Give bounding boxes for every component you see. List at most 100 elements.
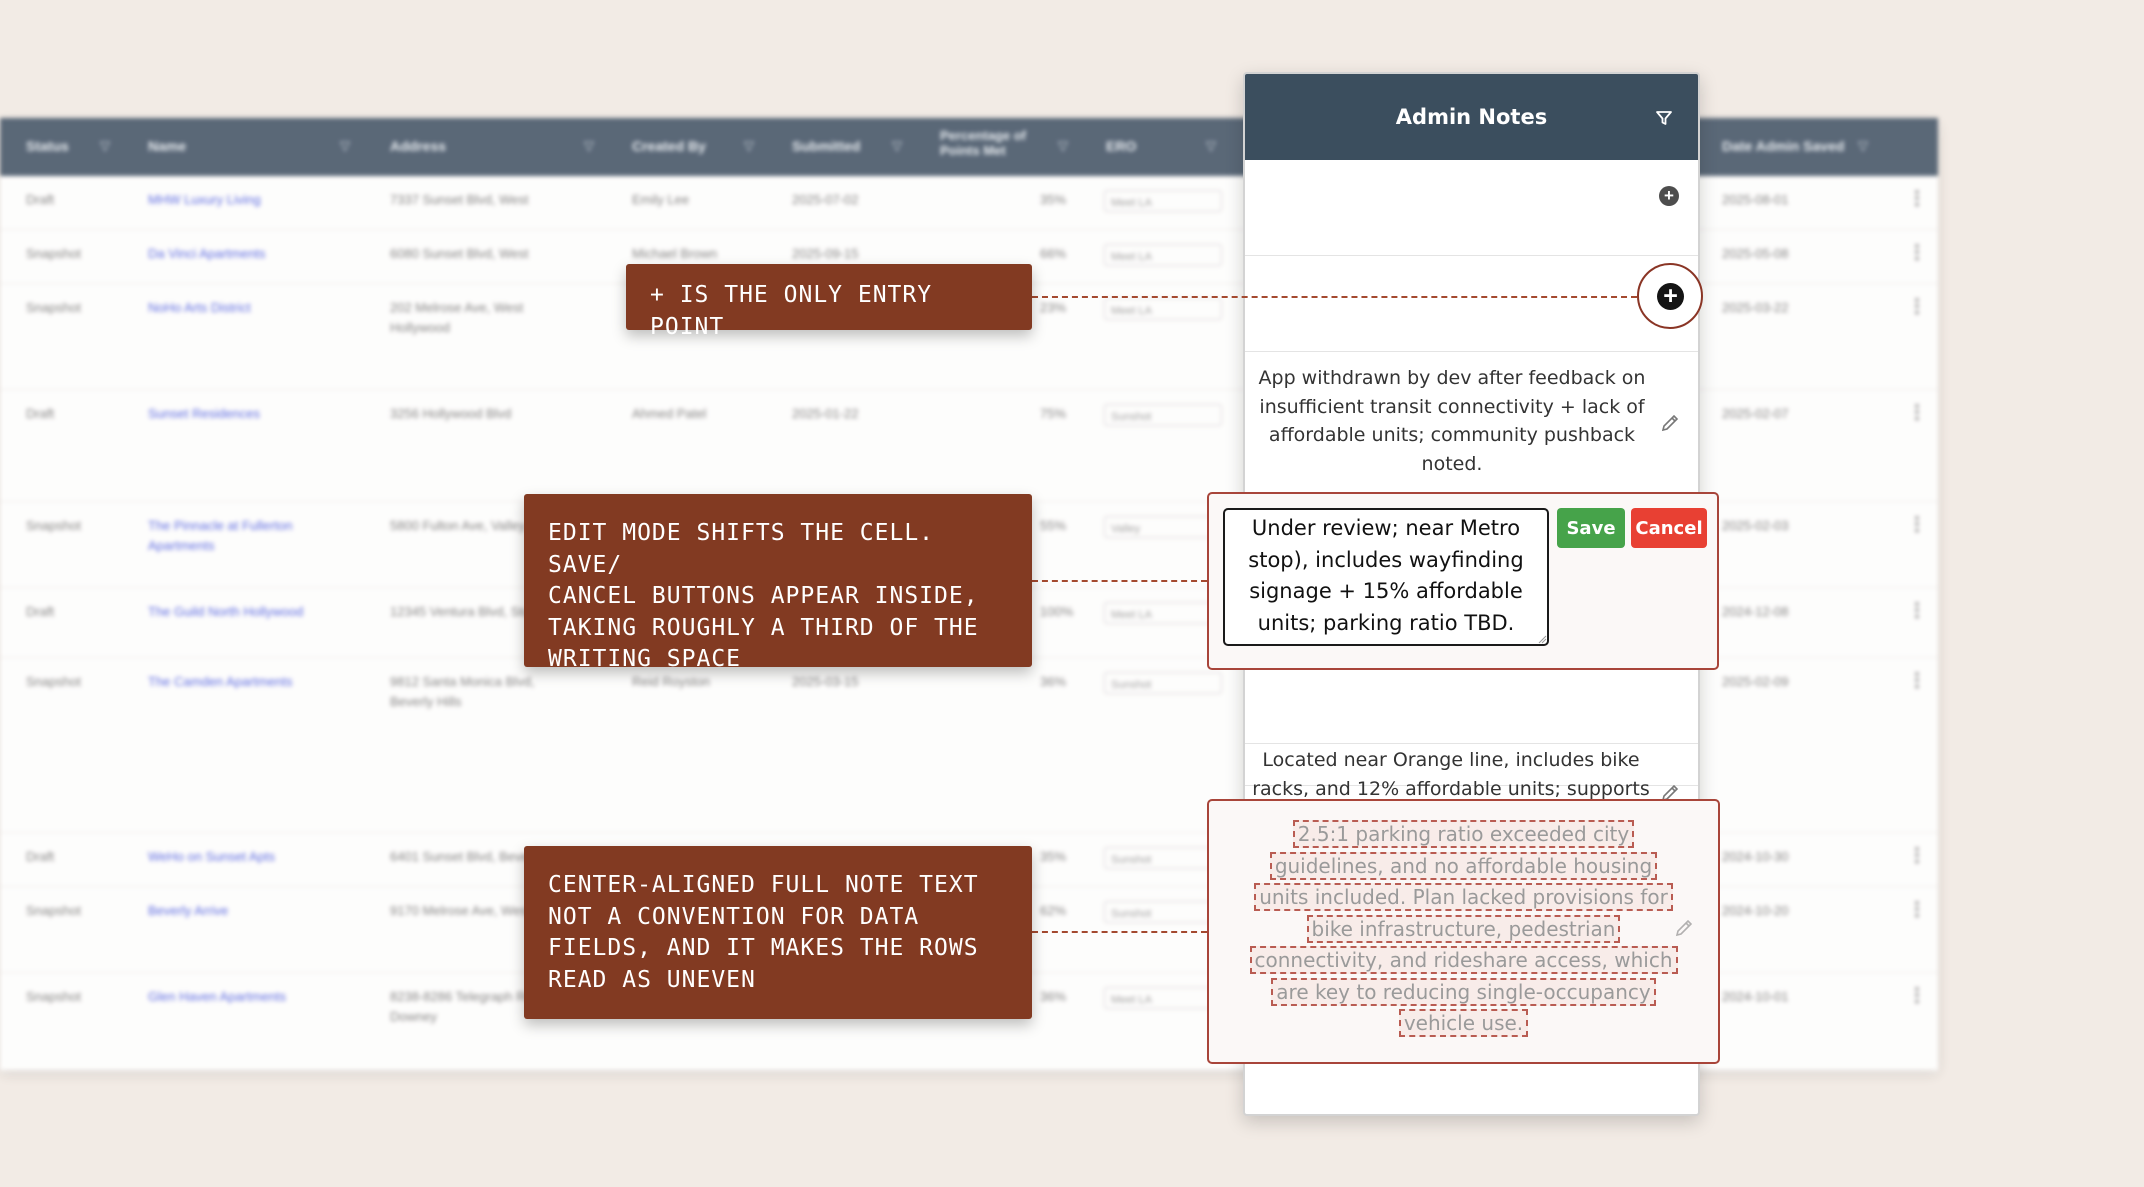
cell-address: 3256 Hollywood Blvd — [390, 406, 512, 421]
cell-date-admin-saved: 2025-08-01 — [1722, 192, 1789, 207]
kebab-icon[interactable]: ⋮ — [1908, 514, 1926, 534]
cell-name-link[interactable]: Da Vinci Apartments — [148, 244, 338, 264]
cell-percentage: 35% — [1040, 192, 1067, 207]
cell-percentage: 23% — [1040, 300, 1067, 315]
column-header-submitted[interactable]: Submitted — [792, 138, 860, 154]
filter-icon[interactable]: ▽ — [1206, 138, 1216, 154]
cell-status: Snapshot — [26, 989, 81, 1004]
cell-name-link[interactable]: Sunset Residences — [148, 404, 338, 424]
cell-date-admin-saved: 2025-03-22 — [1722, 300, 1789, 315]
cell-date-admin-saved: 2025-02-03 — [1722, 518, 1789, 533]
kebab-icon[interactable]: ⋮ — [1908, 402, 1926, 422]
cell-date-admin-saved: 2024-12-08 — [1722, 604, 1789, 619]
cell-name-link[interactable]: NoHo Arts District — [148, 298, 338, 318]
cell-status: Draft — [26, 192, 55, 207]
cell-address: 9812 Santa Monica Blvd, Beverly Hills — [390, 674, 535, 709]
cell-name-link[interactable]: The Pinnacle at Fullerton Apartments — [148, 516, 338, 556]
kebab-icon[interactable]: ⋮ — [1908, 985, 1926, 1005]
ero-dropdown[interactable]: Valley — [1104, 516, 1222, 538]
filter-icon[interactable]: ▽ — [100, 138, 110, 154]
cell-name-link[interactable]: MHW Luxury Living — [148, 190, 338, 210]
column-header-status[interactable]: Status — [26, 138, 69, 154]
filter-icon[interactable]: ▽ — [340, 138, 350, 154]
filter-icon[interactable]: ▽ — [584, 138, 594, 154]
kebab-icon[interactable]: ⋮ — [1908, 600, 1926, 620]
cell-percentage: 36% — [1040, 989, 1067, 1004]
callout-center-aligned: CENTER-ALIGNED FULL NOTE TEXT NOT A CONV… — [524, 846, 1032, 1019]
cell-date-admin-saved: 2024-10-30 — [1722, 849, 1789, 864]
cell-submitted: 2025-09-15 — [792, 246, 859, 261]
note-line: connectivity, and rideshare access, whic… — [1209, 945, 1718, 977]
note-line: 2.5:1 parking ratio exceeded city — [1209, 819, 1718, 851]
note-cell-withdrawn: App withdrawn by dev after feedback on i… — [1245, 352, 1698, 500]
plus-circle-icon[interactable]: + — [1659, 186, 1679, 206]
cell-created-by: Michael Brown — [632, 246, 718, 261]
ero-dropdown[interactable]: Meet LA — [1104, 244, 1222, 266]
resize-handle-icon[interactable] — [1537, 634, 1547, 644]
cancel-button[interactable]: Cancel — [1631, 508, 1707, 548]
ero-dropdown[interactable]: Sunshot — [1104, 847, 1222, 869]
kebab-icon[interactable]: ⋮ — [1908, 296, 1926, 316]
column-header-name[interactable]: Name — [148, 138, 186, 154]
ero-dropdown[interactable]: Meet LA — [1104, 298, 1222, 320]
cell-created-by: Emily Lee — [632, 192, 690, 207]
column-header-percentage[interactable]: Percentage of Points Met — [940, 128, 1050, 158]
pencil-icon[interactable] — [1659, 412, 1681, 434]
cell-date-admin-saved: 2025-02-09 — [1722, 674, 1789, 689]
cell-status: Snapshot — [26, 246, 81, 261]
callout-entry-point: + IS THE ONLY ENTRY POINT — [626, 264, 1032, 340]
cell-status: Snapshot — [26, 518, 81, 533]
note-cell-empty: + — [1245, 160, 1698, 256]
faded-note-cell: 2.5:1 parking ratio exceeded city guidel… — [1207, 799, 1720, 1064]
cell-date-admin-saved: 2024-10-20 — [1722, 903, 1789, 918]
cell-name-link[interactable]: Beverly Arrive — [148, 901, 338, 921]
column-header-date-admin-saved[interactable]: Date Admin Saved — [1722, 138, 1844, 154]
ero-dropdown[interactable]: Sunshot — [1104, 672, 1222, 694]
ero-dropdown[interactable]: Sunshot — [1104, 901, 1222, 923]
note-text: App withdrawn by dev after feedback on i… — [1258, 367, 1646, 475]
cell-name-link[interactable]: The Camden Apartments — [148, 672, 338, 692]
note-line: units included. Plan lacked provisions f… — [1209, 882, 1718, 914]
kebab-icon[interactable]: ⋮ — [1908, 845, 1926, 865]
cell-status: Snapshot — [26, 903, 81, 918]
kebab-icon[interactable]: ⋮ — [1908, 242, 1926, 262]
filter-icon[interactable]: ▽ — [1858, 138, 1868, 154]
save-button[interactable]: Save — [1557, 508, 1625, 548]
kebab-icon[interactable]: ⋮ — [1908, 670, 1926, 690]
cell-name-link[interactable]: WeHo on Sunset Apts — [148, 847, 338, 867]
callout-edit-mode: EDIT MODE SHIFTS THE CELL. SAVE/ CANCEL … — [524, 494, 1032, 672]
kebab-icon[interactable]: ⋮ — [1908, 188, 1926, 208]
ero-dropdown[interactable]: Sunshot — [1104, 404, 1222, 426]
plus-circle-icon[interactable]: + — [1657, 283, 1684, 310]
column-header-ero[interactable]: ERO — [1106, 138, 1136, 154]
cell-percentage: 75% — [1040, 406, 1067, 421]
cell-address: 6080 Sunset Blvd, West — [390, 246, 529, 261]
cell-date-admin-saved: 2025-05-08 — [1722, 246, 1789, 261]
filter-icon[interactable] — [1654, 108, 1674, 128]
callout-leader-line — [1032, 931, 1207, 933]
cell-percentage: 55% — [1040, 518, 1067, 533]
cell-name-link[interactable]: The Guild North Hollywood — [148, 602, 338, 622]
kebab-icon[interactable]: ⋮ — [1908, 899, 1926, 919]
cell-status: Snapshot — [26, 300, 81, 315]
cell-submitted: 2025-01-22 — [792, 406, 859, 421]
ero-dropdown[interactable]: Meet LA — [1104, 602, 1222, 624]
cell-submitted: 2025-03-15 — [792, 674, 859, 689]
cell-percentage: 62% — [1040, 903, 1067, 918]
cell-status: Draft — [26, 604, 55, 619]
cell-status: Draft — [26, 406, 55, 421]
note-cell-orange-line: Located near Orange line, includes bike … — [1245, 666, 1698, 828]
ero-dropdown[interactable]: Meet LA — [1104, 987, 1222, 1009]
cell-percentage: 35% — [1040, 849, 1067, 864]
cell-name-link[interactable]: Glen Haven Apartments — [148, 987, 338, 1007]
column-header-address[interactable]: Address — [390, 138, 446, 154]
filter-icon[interactable]: ▽ — [892, 138, 902, 154]
cell-submitted: 2025-07-02 — [792, 192, 859, 207]
ero-dropdown[interactable]: Meet LA — [1104, 190, 1222, 212]
filter-icon[interactable]: ▽ — [1058, 138, 1068, 154]
note-edit-textarea[interactable] — [1223, 508, 1549, 646]
filter-icon[interactable]: ▽ — [744, 138, 754, 154]
column-header-created-by[interactable]: Created By — [632, 138, 706, 154]
pencil-icon[interactable] — [1673, 917, 1695, 939]
admin-notes-header: Admin Notes — [1245, 74, 1698, 160]
